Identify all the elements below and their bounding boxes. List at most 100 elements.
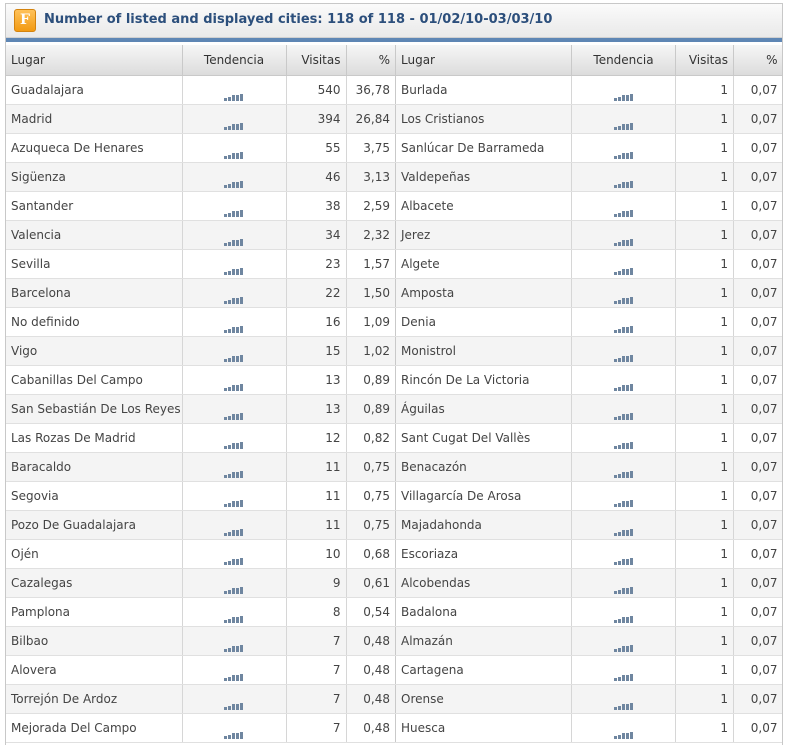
bar-chart-icon[interactable]	[613, 87, 634, 101]
trend-cell[interactable]	[182, 336, 287, 366]
bar-chart-icon[interactable]	[613, 638, 634, 652]
trend-cell[interactable]	[182, 423, 287, 453]
column-header-tendencia[interactable]: Tendencia	[571, 45, 676, 76]
bar-chart-icon[interactable]	[613, 580, 634, 594]
bar-chart-icon[interactable]	[224, 725, 244, 739]
trend-cell[interactable]	[571, 423, 676, 453]
trend-cell[interactable]	[571, 655, 676, 685]
trend-cell[interactable]	[182, 713, 287, 743]
bar-chart-icon[interactable]	[224, 435, 244, 449]
trend-cell[interactable]	[182, 75, 287, 105]
trend-cell[interactable]	[182, 510, 287, 540]
trend-cell[interactable]	[182, 191, 287, 221]
column-header-percent[interactable]: %	[346, 45, 395, 76]
trend-cell[interactable]	[571, 307, 676, 337]
trend-cell[interactable]	[182, 278, 287, 308]
trend-cell[interactable]	[182, 626, 287, 656]
column-header-visitas[interactable]: Visitas	[286, 45, 347, 76]
trend-cell[interactable]	[571, 510, 676, 540]
bar-chart-icon[interactable]	[224, 319, 244, 333]
bar-chart-icon[interactable]	[224, 261, 244, 275]
trend-cell[interactable]	[182, 220, 287, 250]
trend-cell[interactable]	[182, 394, 287, 424]
trend-cell[interactable]	[571, 220, 676, 250]
trend-cell[interactable]	[571, 336, 676, 366]
column-header-percent[interactable]: %	[733, 45, 782, 76]
bar-chart-icon[interactable]	[613, 377, 634, 391]
bar-chart-icon[interactable]	[224, 522, 244, 536]
bar-chart-icon[interactable]	[224, 406, 244, 420]
column-header-tendencia[interactable]: Tendencia	[182, 45, 287, 76]
bar-chart-icon[interactable]	[613, 290, 634, 304]
bar-chart-icon[interactable]	[613, 551, 634, 565]
trend-cell[interactable]	[182, 133, 287, 163]
trend-cell[interactable]	[182, 597, 287, 627]
trend-cell[interactable]	[571, 568, 676, 598]
bar-chart-icon[interactable]	[224, 638, 244, 652]
trend-cell[interactable]	[571, 365, 676, 395]
bar-chart-icon[interactable]	[613, 435, 634, 449]
bar-chart-icon[interactable]	[224, 116, 244, 130]
trend-cell[interactable]	[571, 394, 676, 424]
trend-cell[interactable]	[182, 481, 287, 511]
bar-chart-icon[interactable]	[613, 116, 634, 130]
column-header-lugar[interactable]: Lugar	[395, 45, 572, 76]
bar-chart-icon[interactable]	[224, 232, 244, 246]
bar-chart-icon[interactable]	[224, 290, 244, 304]
trend-cell[interactable]	[571, 278, 676, 308]
bar-chart-icon[interactable]	[224, 667, 244, 681]
trend-cell[interactable]	[182, 162, 287, 192]
bar-chart-icon[interactable]	[224, 348, 244, 362]
bar-chart-icon[interactable]	[613, 232, 634, 246]
bar-chart-icon[interactable]	[613, 261, 634, 275]
trend-cell[interactable]	[571, 626, 676, 656]
trend-cell[interactable]	[182, 307, 287, 337]
bar-chart-icon[interactable]	[224, 464, 244, 478]
bar-chart-icon[interactable]	[224, 580, 244, 594]
bar-chart-icon[interactable]	[613, 145, 634, 159]
bar-chart-icon[interactable]	[613, 464, 634, 478]
bar-chart-icon[interactable]	[224, 493, 244, 507]
bar-chart-icon[interactable]	[224, 145, 244, 159]
column-header-lugar[interactable]: Lugar	[6, 45, 183, 76]
trend-cell[interactable]	[571, 104, 676, 134]
bar-chart-icon[interactable]	[224, 87, 244, 101]
bar-chart-icon[interactable]	[613, 319, 634, 333]
bar-chart-icon[interactable]	[224, 551, 244, 565]
trend-cell[interactable]	[571, 249, 676, 279]
trend-cell[interactable]	[182, 249, 287, 279]
trend-cell[interactable]	[571, 539, 676, 569]
bar-chart-icon[interactable]	[224, 174, 244, 188]
bar-chart-icon[interactable]	[613, 348, 634, 362]
bar-chart-icon[interactable]	[613, 406, 634, 420]
bar-chart-icon[interactable]	[613, 667, 634, 681]
trend-cell[interactable]	[571, 162, 676, 192]
bar-chart-icon[interactable]	[613, 493, 634, 507]
bar-chart-icon[interactable]	[224, 609, 244, 623]
column-header-visitas[interactable]: Visitas	[675, 45, 734, 76]
trend-cell[interactable]	[571, 597, 676, 627]
trend-cell[interactable]	[182, 365, 287, 395]
trend-cell[interactable]	[182, 568, 287, 598]
trend-cell[interactable]	[571, 133, 676, 163]
bar-chart-icon[interactable]	[613, 725, 634, 739]
bar-chart-icon[interactable]	[613, 174, 634, 188]
trend-cell[interactable]	[571, 684, 676, 714]
bar-chart-icon[interactable]	[613, 696, 634, 710]
trend-cell[interactable]	[571, 75, 676, 105]
bar-chart-icon[interactable]	[224, 203, 244, 217]
trend-cell[interactable]	[182, 539, 287, 569]
bar-chart-icon[interactable]	[613, 203, 634, 217]
bar-chart-icon[interactable]	[224, 377, 244, 391]
trend-cell[interactable]	[571, 713, 676, 743]
trend-cell[interactable]	[571, 191, 676, 221]
trend-cell[interactable]	[182, 684, 287, 714]
trend-cell[interactable]	[571, 452, 676, 482]
bar-chart-icon[interactable]	[613, 522, 634, 536]
trend-cell[interactable]	[182, 452, 287, 482]
bar-chart-icon[interactable]	[224, 696, 244, 710]
bar-chart-icon[interactable]	[613, 609, 634, 623]
trend-cell[interactable]	[571, 481, 676, 511]
trend-cell[interactable]	[182, 655, 287, 685]
trend-cell[interactable]	[182, 104, 287, 134]
